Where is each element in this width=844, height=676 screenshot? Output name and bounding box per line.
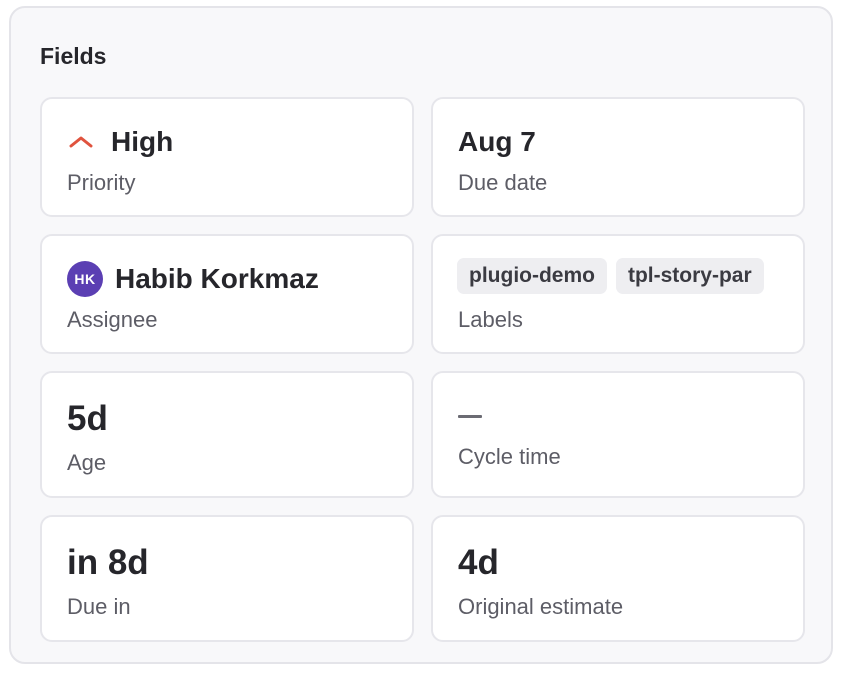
assignee-name: Habib Korkmaz [115,263,319,294]
priority-value: High [111,126,174,157]
panel-title: Fields [40,43,107,69]
labels-label: Labels [458,307,523,332]
original-estimate-field[interactable]: 4d Original estimate [431,515,805,642]
priority-field[interactable]: High Priority [40,97,414,217]
due-in-field[interactable]: in 8d Due in [40,515,414,642]
original-estimate-label: Original estimate [458,594,624,619]
age-label: Age [67,450,107,475]
age-value: 5d [67,399,108,438]
cycle-time-empty-value: — [458,415,482,418]
priority-label: Priority [67,170,136,195]
assignee-value-row: HK Habib Korkmaz [67,261,319,297]
due-date-label: Due date [458,170,548,195]
due-date-value: Aug 7 [458,126,536,157]
avatar: HK [67,261,103,297]
labels-chip-row: plugio-demo tpl-story-par [457,258,779,294]
priority-value-row: High [67,125,173,159]
age-field[interactable]: 5d Age [40,371,414,498]
cycle-time-label: Cycle time [458,444,561,469]
assignee-label: Assignee [67,307,158,332]
label-chip[interactable]: plugio-demo [457,258,607,294]
original-estimate-value: 4d [458,543,499,582]
labels-field[interactable]: plugio-demo tpl-story-par Labels [431,234,805,354]
label-chip[interactable]: tpl-story-par [615,258,764,294]
cycle-time-field[interactable]: — Cycle time [431,371,805,498]
chevron-up-icon [67,125,95,159]
fields-panel: Fields High Priority Aug 7 Due date HK H… [9,6,833,664]
assignee-field[interactable]: HK Habib Korkmaz Assignee [40,234,414,354]
due-date-field[interactable]: Aug 7 Due date [431,97,805,217]
due-in-label: Due in [67,594,131,619]
due-in-value: in 8d [67,543,149,582]
